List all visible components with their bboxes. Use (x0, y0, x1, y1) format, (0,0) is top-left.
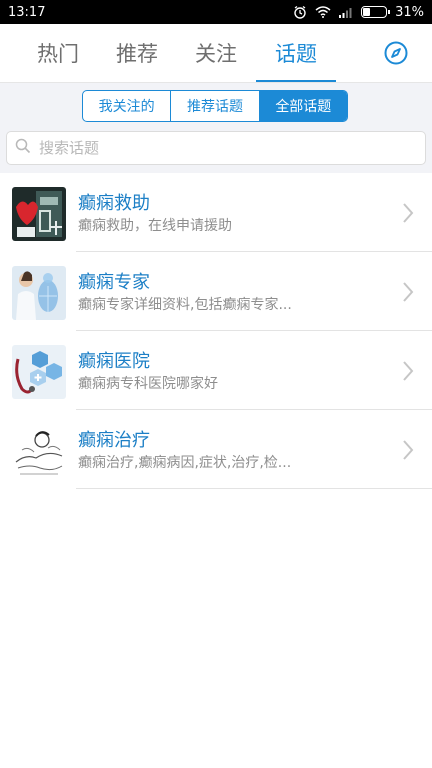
chevron-right-icon (403, 282, 414, 302)
topic-title: 癫痫医院 (78, 351, 150, 372)
status-icons: 31% (293, 5, 424, 20)
status-bar: 13:17 31% (0, 0, 432, 24)
chevron-right-icon (403, 440, 414, 460)
list-item[interactable]: 癫痫医院 癫痫病专科医院哪家好 (0, 331, 432, 410)
topic-filter-segmented-control: 我关注的 推荐话题 全部话题 (82, 90, 348, 122)
alarm-icon (293, 5, 307, 19)
topic-description: 癫痫病专科医院哪家好 (78, 376, 218, 392)
list-item[interactable]: 癫痫救助 癫痫救助，在线申请援助 (0, 173, 432, 252)
tab-recommended[interactable]: 推荐 (97, 24, 177, 82)
topic-description: 癫痫救助，在线申请援助 (78, 218, 232, 234)
tab-topics[interactable]: 话题 (256, 24, 336, 82)
chevron-right-icon (403, 361, 414, 381)
signal-icon (339, 7, 353, 18)
hospital-image (12, 345, 66, 399)
tab-following[interactable]: 关注 (176, 24, 256, 82)
topic-title: 癫痫治疗 (78, 430, 150, 451)
list-item[interactable]: 癫痫专家 癫痫专家详细资料,包括癫痫专家... (0, 252, 432, 331)
search-bar (6, 131, 426, 165)
compass-icon[interactable] (384, 41, 408, 65)
filter-my-followed[interactable]: 我关注的 (83, 91, 172, 121)
chevron-right-icon (403, 203, 414, 223)
medical-aid-image (12, 187, 66, 241)
topic-description: 癫痫专家详细资料,包括癫痫专家... (78, 297, 292, 313)
tab-hot[interactable]: 热门 (18, 24, 98, 82)
doctor-image (12, 266, 66, 320)
treatment-sketch-image (12, 424, 66, 478)
topic-title: 癫痫专家 (78, 272, 150, 293)
battery-icon (361, 6, 391, 18)
top-tab-bar: 热门 推荐 关注 话题 (0, 24, 432, 83)
topic-description: 癫痫治疗,癫痫病因,症状,治疗,检... (78, 455, 292, 471)
battery-percent: 31% (395, 4, 424, 20)
filter-all-topics[interactable]: 全部话题 (259, 91, 347, 121)
filter-area: 我关注的 推荐话题 全部话题 (0, 83, 432, 173)
wifi-icon (315, 6, 331, 18)
search-icon (15, 138, 31, 158)
topic-title: 癫痫救助 (78, 193, 150, 214)
filter-recommended-topics[interactable]: 推荐话题 (171, 91, 260, 121)
list-item[interactable]: 癫痫治疗 癫痫治疗,癫痫病因,症状,治疗,检... (0, 410, 432, 489)
status-time: 13:17 (8, 4, 46, 20)
search-input[interactable] (37, 138, 425, 158)
topic-list: 癫痫救助 癫痫救助，在线申请援助 癫痫专家 癫痫专家详细资料,包括癫痫专家... (0, 173, 432, 489)
